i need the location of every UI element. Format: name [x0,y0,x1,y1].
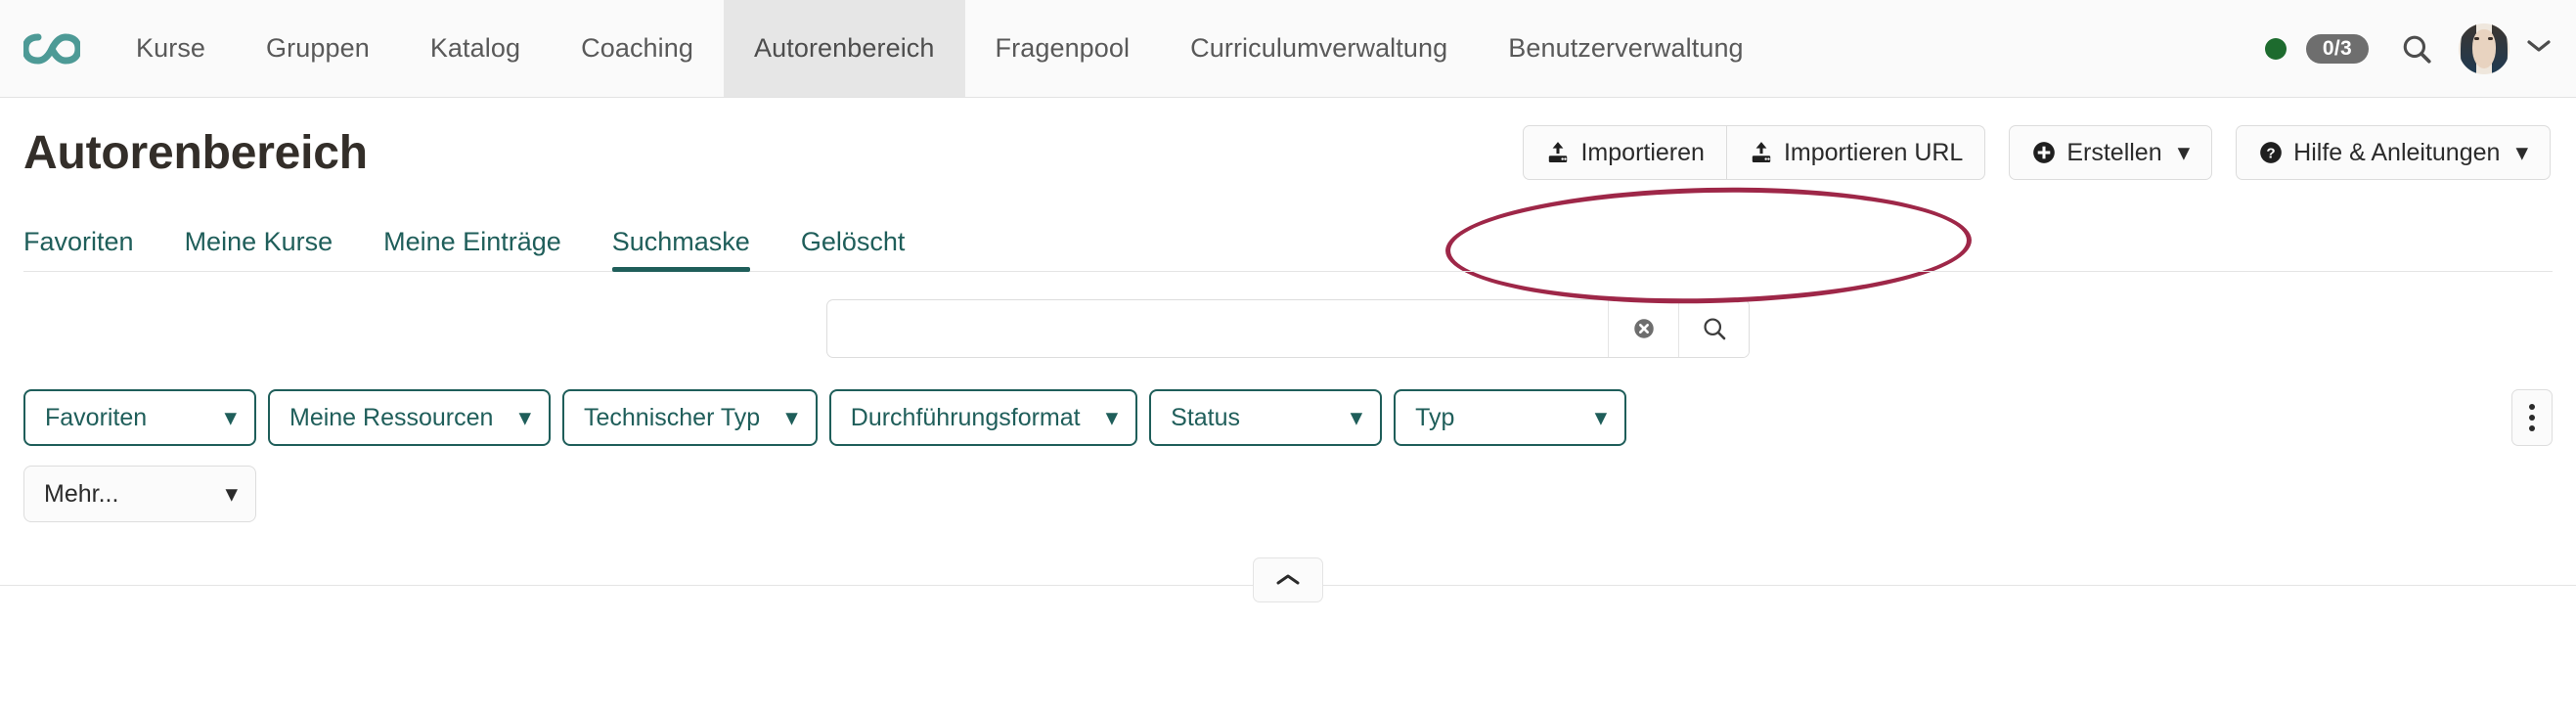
chevron-down-icon: ▾ [225,480,238,508]
help-button[interactable]: ? Hilfe & Anleitungen ▾ [2236,125,2551,180]
upload-icon [1549,142,1568,162]
more-vertical-icon-dot [2529,404,2535,410]
chevron-down-icon: ▾ [785,404,798,431]
global-search-button[interactable] [2400,32,2433,66]
filter-mehr[interactable]: Mehr... ▾ [23,466,256,522]
clear-search-button[interactable] [1608,300,1678,357]
tab-label: Meine Einträge [383,227,561,256]
tab-meine-kurse[interactable]: Meine Kurse [159,227,359,271]
nav-item-label: Autorenbereich [754,33,935,63]
primary-nav: Kurse Gruppen Katalog Coaching Autorenbe… [106,0,1774,97]
nav-item-curriculumverwaltung[interactable]: Curriculumverwaltung [1160,0,1478,97]
chevron-down-icon: ▾ [224,404,237,431]
more-vertical-icon-dot [2529,425,2535,431]
chevron-down-icon: ▾ [2515,139,2528,166]
tab-label: Favoriten [23,227,134,256]
import-button-label: Importieren [1580,138,1705,166]
import-url-button-label: Importieren URL [1783,138,1964,166]
tabs-section: Favoriten Meine Kurse Meine Einträge Suc… [0,207,2576,272]
navbar-right-cluster: 0/3 [2264,0,2576,97]
tab-suchmaske[interactable]: Suchmaske [587,227,776,272]
create-button-label: Erstellen [2066,138,2162,166]
filter-buttons: Favoriten ▾ Meine Ressourcen ▾ Technisch… [23,389,2498,522]
chevron-down-icon [2527,40,2551,52]
page-header: Autorenbereich Importieren Importieren U… [0,98,2576,309]
user-menu-button[interactable] [2527,39,2551,58]
nav-item-katalog[interactable]: Katalog [400,0,551,97]
filter-durchfuehrungsformat[interactable]: Durchführungsformat ▾ [828,389,1138,446]
nav-item-autorenbereich[interactable]: Autorenbereich [724,0,965,97]
filter-label: Technischer Typ [584,403,761,431]
search-icon [1703,318,1725,340]
filter-label: Typ [1415,403,1455,431]
nav-item-fragenpool[interactable]: Fragenpool [965,0,1161,97]
tab-label: Meine Kurse [184,227,333,256]
upload-icon [1752,142,1771,162]
nav-item-label: Fragenpool [995,33,1131,63]
filter-label: Status [1171,403,1241,431]
avatar-eye-left [2474,36,2479,40]
filter-label: Favoriten [45,403,148,431]
svg-text:?: ? [2267,146,2276,162]
plus-circle-icon [2033,142,2056,163]
help-button-label: Hilfe & Anleitungen [2293,138,2501,166]
app-logo[interactable] [0,0,106,97]
search-section [0,272,2576,358]
question-circle-icon: ? [2260,142,2283,163]
filter-label: Durchführungsformat [850,403,1081,431]
page-title: Autorenbereich [23,126,368,179]
collapse-section [0,557,2576,612]
nav-item-label: Gruppen [266,33,370,63]
import-url-button[interactable]: Importieren URL [1726,125,1986,180]
filter-technischer-typ[interactable]: Technischer Typ ▾ [562,389,818,446]
nav-item-kurse[interactable]: Kurse [106,0,236,97]
chevron-down-icon: ▾ [1105,404,1119,431]
online-status-dot [2264,37,2287,60]
tab-favoriten[interactable]: Favoriten [23,227,159,271]
tab-bar: Favoriten Meine Kurse Meine Einträge Suc… [23,207,2553,272]
tab-label: Gelöscht [800,227,906,256]
filter-typ[interactable]: Typ ▾ [1394,389,1627,446]
nav-item-label: Kurse [136,33,206,63]
tab-label: Suchmaske [611,227,750,256]
import-button-group: Importieren Importieren URL [1523,125,1986,180]
collapse-filters-button[interactable] [1253,557,1323,602]
avatar[interactable] [2459,22,2509,74]
chevron-down-icon: ▾ [2177,139,2191,166]
nav-item-gruppen[interactable]: Gruppen [236,0,400,97]
chevron-down-icon: ▾ [518,404,531,431]
import-button[interactable]: Importieren [1523,125,1727,180]
infinity-logo-icon [23,32,80,65]
nav-item-label: Coaching [581,33,693,63]
clear-circle-icon [1633,319,1654,338]
nav-item-label: Benutzerverwaltung [1508,33,1744,63]
filter-label: Meine Ressourcen [289,403,494,431]
chevron-down-icon: ▾ [1594,404,1608,431]
filter-meine-ressourcen[interactable]: Meine Ressourcen ▾ [268,389,551,446]
top-navbar: Kurse Gruppen Katalog Coaching Autorenbe… [0,0,2576,98]
filter-label: Mehr... [44,479,119,508]
tab-geloescht[interactable]: Gelöscht [776,227,931,271]
filter-section: Favoriten ▾ Meine Ressourcen ▾ Technisch… [0,358,2576,522]
task-count-badge[interactable]: 0/3 [2305,33,2369,64]
nav-item-label: Katalog [429,33,521,63]
chevron-up-icon [1276,574,1300,585]
nav-item-coaching[interactable]: Coaching [551,0,724,97]
header-actions: Importieren Importieren URL Erstellen ▾ [1523,125,2551,180]
avatar-face [2472,28,2496,68]
filter-options-menu-button[interactable] [2511,389,2553,446]
search-icon [2403,35,2431,64]
nav-item-benutzerverwaltung[interactable]: Benutzerverwaltung [1478,0,1773,97]
tab-meine-eintraege[interactable]: Meine Einträge [358,227,587,271]
filter-status[interactable]: Status ▾ [1149,389,1383,446]
nav-item-label: Curriculumverwaltung [1190,33,1448,63]
more-vertical-icon-dot [2529,415,2535,421]
search-input[interactable] [827,300,1608,357]
filter-favoriten[interactable]: Favoriten ▾ [23,389,256,446]
create-button[interactable]: Erstellen ▾ [2009,125,2213,180]
search-box [826,299,1750,358]
avatar-eye-right [2488,36,2493,40]
submit-search-button[interactable] [1678,300,1749,357]
chevron-down-icon: ▾ [1350,404,1363,431]
